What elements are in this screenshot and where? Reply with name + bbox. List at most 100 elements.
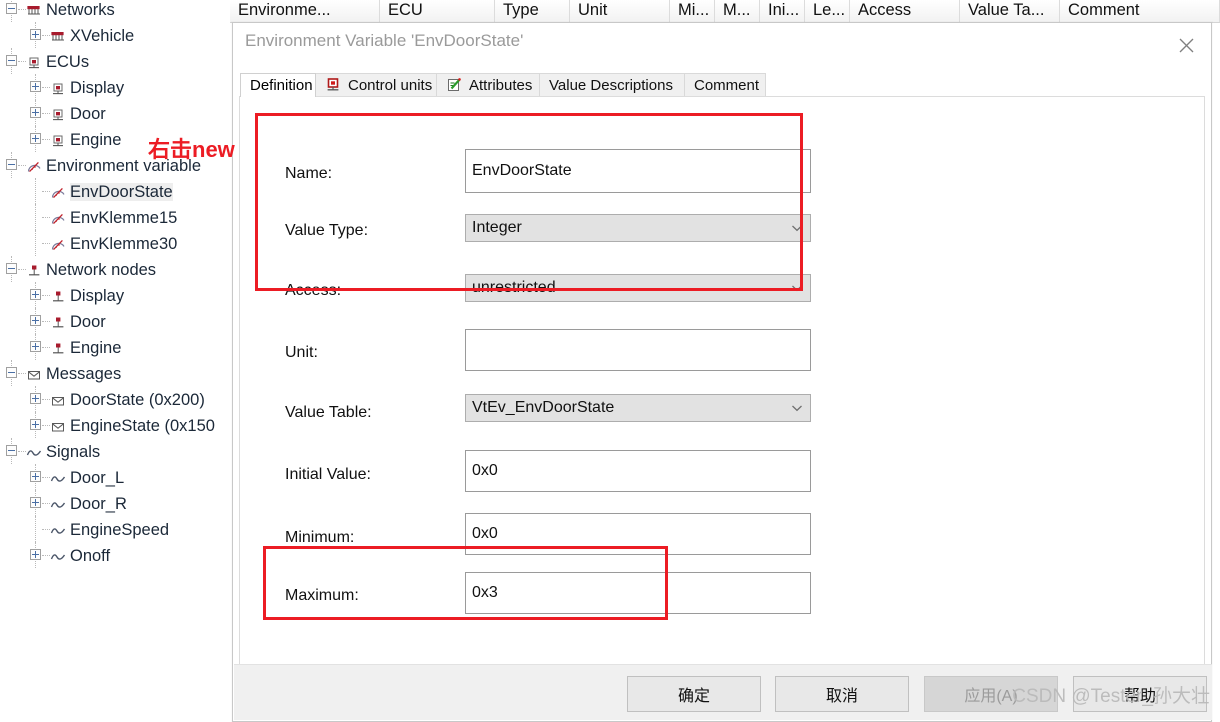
expand-icon[interactable] <box>30 81 41 92</box>
expand-icon[interactable] <box>30 133 41 144</box>
tree-item-door-r[interactable]: Door_R <box>0 490 222 516</box>
column-header-m[interactable]: M... <box>715 0 760 22</box>
column-header-environme[interactable]: Environme... <box>230 0 380 22</box>
input-unit[interactable] <box>465 329 811 371</box>
expand-icon[interactable] <box>30 393 41 404</box>
tree-item-label: EnvDoorState <box>70 182 173 201</box>
tree-item-label: Networks <box>46 0 115 19</box>
tree-item-ecus[interactable]: ECUs <box>0 48 222 74</box>
tab-value-descriptions[interactable]: Value Descriptions <box>539 73 685 97</box>
definition-tab-page: Name: Value Type: Integer Access: unrestrict… <box>239 96 1205 688</box>
expand-icon[interactable] <box>30 471 41 482</box>
tree-connector <box>42 555 50 556</box>
tab-label: Comment <box>694 77 760 94</box>
column-header-value-ta[interactable]: Value Ta... <box>960 0 1060 22</box>
input-minimum[interactable] <box>465 513 811 555</box>
tree-item-onoff[interactable]: Onoff <box>0 542 222 568</box>
dialog-title: Environment Variable 'EnvDoorState' <box>245 31 524 50</box>
tree-connector <box>18 269 26 270</box>
tree-item-network-nodes[interactable]: Network nodes <box>0 256 222 282</box>
expand-icon[interactable] <box>30 289 41 300</box>
tree-connector <box>42 35 50 36</box>
select-access[interactable]: unrestricted <box>465 274 811 302</box>
column-header-le[interactable]: Le... <box>805 0 850 22</box>
chevron-down-icon[interactable] <box>790 221 804 235</box>
input-initial-value[interactable] <box>465 450 811 492</box>
collapse-icon[interactable] <box>6 263 17 274</box>
select-value: unrestricted <box>472 279 556 296</box>
collapse-icon[interactable] <box>6 367 17 378</box>
tree-item-door[interactable]: Door <box>0 308 222 334</box>
tab-attributes[interactable]: Attributes <box>436 73 540 97</box>
tree-connector <box>35 178 36 204</box>
tree-connector <box>18 451 26 452</box>
tree-item-envklemme30[interactable]: EnvKlemme30 <box>0 230 222 256</box>
tab-definition[interactable]: Definition <box>240 73 316 97</box>
tree-item-signals[interactable]: Signals <box>0 438 222 464</box>
button-cancel[interactable]: 取消 <box>775 676 909 712</box>
collapse-icon[interactable] <box>6 445 17 456</box>
tree-item-messages[interactable]: Messages <box>0 360 222 386</box>
expand-icon[interactable] <box>30 419 41 430</box>
column-header-ecu[interactable]: ECU <box>380 0 495 22</box>
dialog-tabstrip[interactable]: Definition Control units Attributes Value D… <box>234 73 1212 97</box>
signal-icon <box>50 521 66 537</box>
tree-item-envdoorstate[interactable]: EnvDoorState <box>0 178 222 204</box>
tree-item-doorstate-0x200[interactable]: DoorState (0x200) <box>0 386 222 412</box>
column-header-comment[interactable]: Comment <box>1060 0 1220 22</box>
tree-item-label: Display <box>70 78 125 97</box>
column-header-unit[interactable]: Unit <box>570 0 670 22</box>
tree-item-door[interactable]: Door <box>0 100 222 126</box>
field-label-unit: Unit: <box>285 344 318 361</box>
node-icon <box>26 261 42 277</box>
tree-item-engine[interactable]: Engine <box>0 334 222 360</box>
input-maximum[interactable] <box>465 572 811 614</box>
tree-connector <box>42 113 50 114</box>
tree-item-display[interactable]: Display <box>0 74 222 100</box>
tree-item-envklemme15[interactable]: EnvKlemme15 <box>0 204 222 230</box>
tab-label: Attributes <box>469 77 533 94</box>
envvar-icon <box>50 209 66 225</box>
button-ok[interactable]: 确定 <box>627 676 761 712</box>
column-header-access[interactable]: Access <box>850 0 960 22</box>
tab-comment[interactable]: Comment <box>684 73 766 97</box>
tree-item-xvehicle[interactable]: XVehicle <box>0 22 222 48</box>
tree-item-door-l[interactable]: Door_L <box>0 464 222 490</box>
tree-item-enginestate-0x150[interactable]: EngineState (0x150 <box>0 412 222 438</box>
column-header-ini[interactable]: Ini... <box>760 0 805 22</box>
collapse-icon[interactable] <box>6 55 17 66</box>
select-value-type[interactable]: Integer <box>465 214 811 242</box>
project-tree-panel[interactable]: Networks XVehicle ECUs Display Door Engine Env… <box>0 0 222 722</box>
envvar-icon <box>26 157 42 173</box>
expand-icon[interactable] <box>30 497 41 508</box>
ecu-icon <box>26 53 42 69</box>
tree-item-display[interactable]: Display <box>0 282 222 308</box>
tree-connector <box>35 516 36 542</box>
expand-icon[interactable] <box>30 341 41 352</box>
tree-item-networks[interactable]: Networks <box>0 0 222 22</box>
close-icon[interactable] <box>1167 29 1205 61</box>
select-value-table[interactable]: VtEv_EnvDoorState <box>465 394 811 422</box>
input-name[interactable] <box>465 149 811 193</box>
collapse-icon[interactable] <box>6 159 17 170</box>
expand-icon[interactable] <box>30 549 41 560</box>
chevron-down-icon[interactable] <box>790 281 804 295</box>
expand-icon[interactable] <box>30 107 41 118</box>
tree-item-label: Onoff <box>70 546 111 565</box>
annotation-right-click-new: 右击new <box>148 137 235 162</box>
table-column-header[interactable]: Environme... ECU Type Unit Mi... M... Ini... Le… <box>230 0 1220 23</box>
tree-item-label: Engine <box>70 130 122 149</box>
expand-icon[interactable] <box>30 315 41 326</box>
environment-variable-dialog: Environment Variable 'EnvDoorState' Defi… <box>232 22 1212 722</box>
tree-item-enginespeed[interactable]: EngineSpeed <box>0 516 222 542</box>
collapse-icon[interactable] <box>6 3 17 14</box>
tree-item-label: Messages <box>46 364 122 383</box>
tab-control-units[interactable]: Control units <box>315 73 437 97</box>
column-header-type[interactable]: Type <box>495 0 570 22</box>
chevron-down-icon[interactable] <box>790 401 804 415</box>
tree-item-label: Door <box>70 312 106 331</box>
column-header-mi[interactable]: Mi... <box>670 0 715 22</box>
expand-icon[interactable] <box>30 29 41 40</box>
select-value: VtEv_EnvDoorState <box>472 399 615 416</box>
message-icon <box>50 391 66 407</box>
